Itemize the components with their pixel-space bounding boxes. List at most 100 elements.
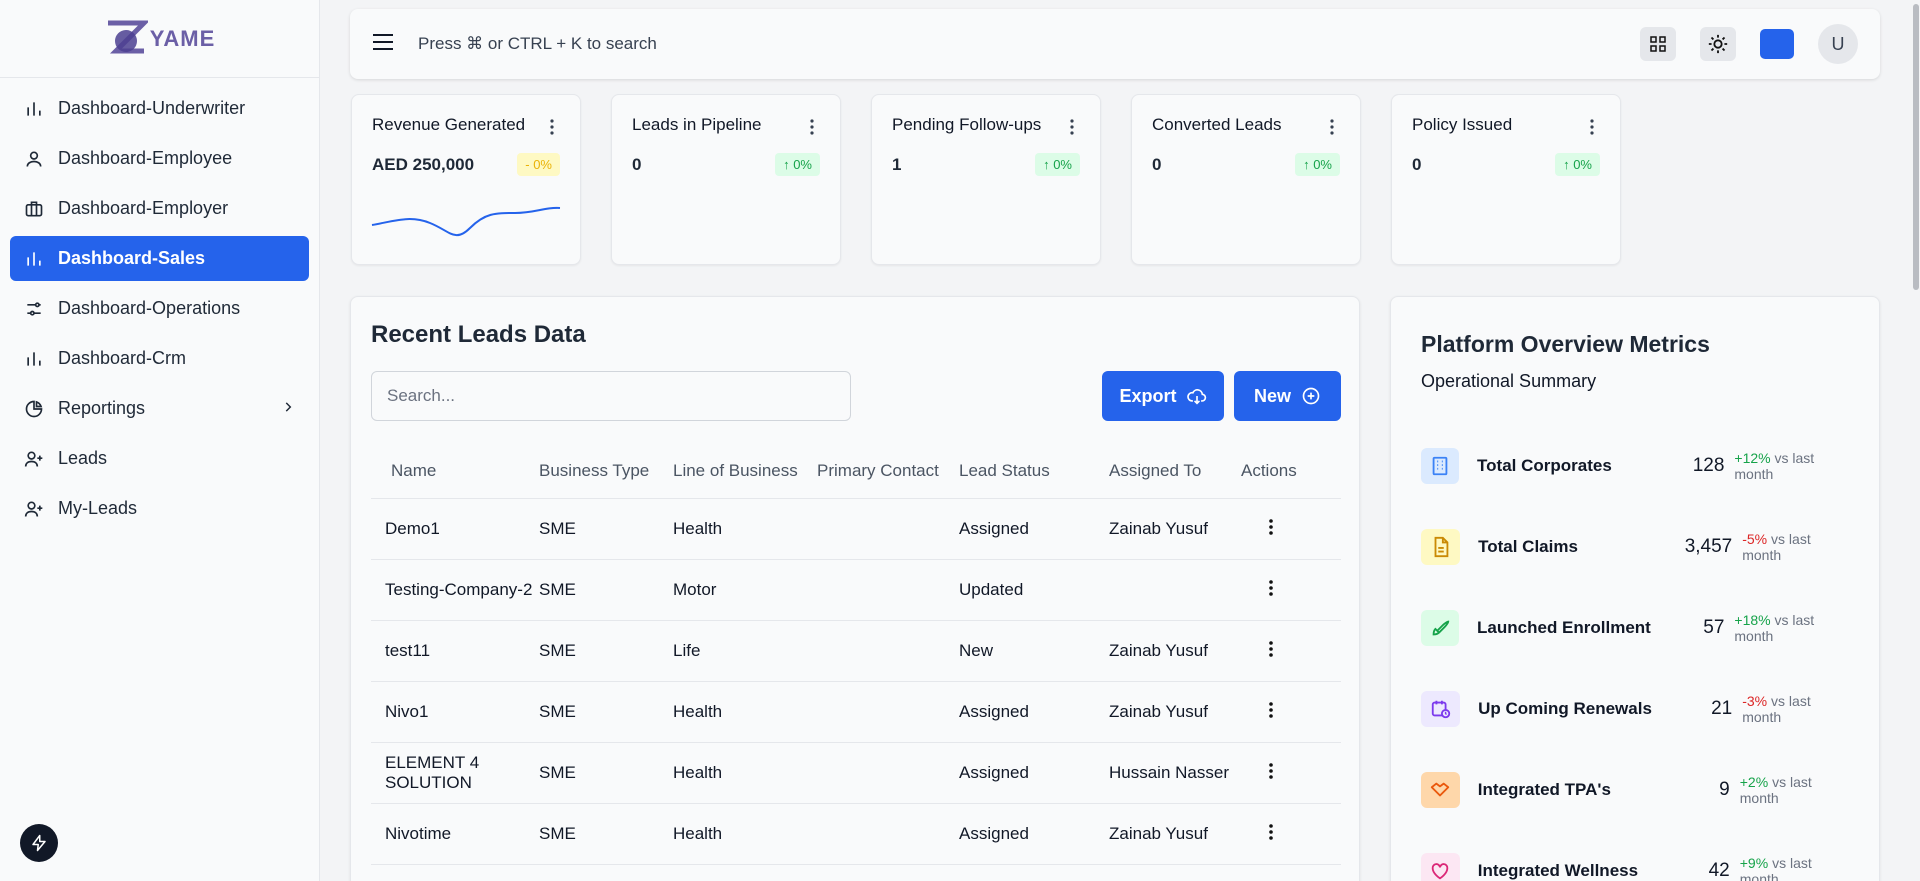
metric-label: Up Coming Renewals (1478, 699, 1652, 718)
brand-logo[interactable]: YAME (0, 0, 319, 78)
stat-change-badge: - 0% (517, 153, 560, 176)
cell-type: SME (539, 763, 576, 782)
building-icon (1421, 448, 1460, 484)
top-bar: Press ⌘ or CTRL + K to search U (350, 9, 1880, 79)
sidebar-item-reportings[interactable]: Reportings (10, 386, 309, 431)
handshake-icon (1421, 772, 1460, 808)
menu-icon[interactable] (372, 33, 394, 56)
metric-delta: -5% vs last month (1742, 531, 1851, 563)
bolt-button[interactable] (20, 824, 58, 862)
table-body: Demo1 SME Health Assigned Zainab Yusuf Testin… (371, 499, 1341, 865)
metric-value: 128 (1692, 455, 1725, 476)
sidebar-item-label: Dashboard-Crm (58, 348, 187, 368)
cell-status: Assigned (959, 702, 1029, 721)
table-row[interactable]: test11 SME Life New Zainab Yusuf (371, 621, 1341, 682)
sidebar: YAME Dashboard-Underwriter Dashboard-Empl… (0, 0, 320, 881)
sidebar-item-dashboard-underwriter[interactable]: Dashboard-Underwriter (10, 86, 309, 131)
sidebar-item-dashboard-employer[interactable]: Dashboard-Employer (10, 186, 309, 231)
calendar-clock-icon (1421, 691, 1461, 727)
cell-name: Nivo1 (385, 702, 429, 721)
sidebar-item-dashboard-operations[interactable]: Dashboard-Operations (10, 286, 309, 331)
file-text-icon (1421, 529, 1461, 565)
metric-row: Up Coming Renewals 21 -3% vs last month (1421, 689, 1851, 729)
sidebar-item-dashboard-sales[interactable]: Dashboard-Sales (10, 236, 309, 281)
cell-lob: Health (673, 519, 723, 538)
chevron-right-icon[interactable] (281, 398, 295, 419)
more-vertical-icon[interactable] (1241, 518, 1301, 535)
sidebar-item-label: Reportings (58, 398, 146, 418)
table-row[interactable]: Demo1 SME Health Assigned Zainab Yusuf (371, 499, 1341, 560)
metric-delta-value: +2% (1739, 774, 1769, 790)
global-search-trigger[interactable]: Press ⌘ or CTRL + K to search (418, 34, 657, 54)
metric-value: 21 (1711, 698, 1733, 719)
cell-type: SME (539, 641, 576, 660)
recent-leads-panel: Recent Leads Data Export New Name Busines… (350, 296, 1360, 881)
sidebar-item-leads[interactable]: Leads (10, 436, 309, 481)
new-lead-button[interactable]: New (1234, 371, 1341, 421)
table-header: Name Business Type Line of Business Primary… (371, 443, 1341, 499)
more-vertical-icon[interactable] (1241, 762, 1301, 779)
more-vertical-icon[interactable] (1590, 119, 1594, 140)
more-vertical-icon[interactable] (1330, 119, 1334, 140)
more-vertical-icon[interactable] (1241, 823, 1301, 840)
sidebar-item-dashboard-employee[interactable]: Dashboard-Employee (10, 136, 309, 181)
metric-label: Launched Enrollment (1477, 618, 1651, 637)
more-vertical-icon[interactable] (1241, 579, 1301, 596)
cell-assigned: Zainab Yusuf (1109, 641, 1208, 660)
more-vertical-icon[interactable] (810, 119, 814, 140)
stat-card: Converted Leads 0 ↑ 0% (1131, 94, 1361, 265)
leads-search-input[interactable] (371, 371, 851, 421)
more-vertical-icon[interactable] (1070, 119, 1074, 140)
brand-name: YAME (149, 25, 216, 51)
more-vertical-icon[interactable] (1241, 701, 1301, 718)
apps-grid-button[interactable] (1640, 27, 1676, 61)
more-vertical-icon[interactable] (550, 119, 554, 140)
cell-status: Assigned (959, 763, 1029, 782)
stat-title: Converted Leads (1152, 115, 1282, 134)
metric-delta: -3% vs last month (1742, 693, 1851, 725)
leads-title: Recent Leads Data (371, 321, 586, 348)
leads-table: Name Business Type Line of Business Primary… (371, 443, 1341, 865)
metric-row: Integrated Wellness 42 +9% vs last month (1421, 851, 1851, 881)
cell-assigned: Hussain Nasser (1109, 763, 1229, 782)
column-header: Line of Business (673, 460, 798, 480)
metric-row: Launched Enrollment 57 +18% vs last mont… (1421, 608, 1851, 648)
cloud-download-icon (1186, 389, 1206, 405)
globe-logo-icon (107, 20, 148, 53)
theme-toggle-button[interactable] (1700, 27, 1736, 61)
metric-label: Total Claims (1478, 537, 1578, 556)
metric-delta-value: +9% (1739, 855, 1769, 871)
heart-pulse-icon (1421, 853, 1460, 881)
stat-value: 0 (1152, 155, 1162, 174)
table-row[interactable]: ELEMENT 4 SOLUTION SME Health Assigned Hussa… (371, 743, 1341, 804)
user-plus-icon (24, 499, 44, 519)
page-scrollbar[interactable] (1912, 0, 1920, 881)
table-row[interactable]: Nivo1 SME Health Assigned Zainab Yusuf (371, 682, 1341, 743)
metric-delta: +2% vs last month (1740, 774, 1851, 806)
metric-value: 42 (1708, 860, 1730, 881)
cell-lob: Health (673, 702, 723, 721)
metric-delta: +18% vs last month (1734, 612, 1851, 644)
user-plus-icon (24, 449, 44, 469)
metric-row: Total Corporates 128 +12% vs last month (1421, 446, 1851, 486)
stat-change-badge: ↑ 0% (1035, 153, 1080, 176)
stat-change-badge: ↑ 0% (1555, 153, 1600, 176)
export-button[interactable]: Export (1102, 371, 1224, 421)
table-row[interactable]: Nivotime SME Health Assigned Zainab Yusuf (371, 804, 1341, 865)
metric-label: Integrated TPA's (1477, 780, 1611, 799)
sun-icon (1708, 34, 1728, 54)
cell-actions (1241, 701, 1341, 723)
more-vertical-icon[interactable] (1241, 640, 1301, 657)
sidebar-item-my-leads[interactable]: My-Leads (10, 486, 309, 531)
stat-card: Pending Follow-ups 1 ↑ 0% (871, 94, 1101, 265)
bar-chart-icon (24, 99, 44, 119)
cell-type: SME (539, 519, 576, 538)
export-label: Export (1119, 385, 1177, 406)
table-row[interactable]: Testing-Company-2 SME Motor Updated (371, 560, 1341, 621)
scrollbar-thumb[interactable] (1913, 4, 1919, 290)
sidebar-item-dashboard-crm[interactable]: Dashboard-Crm (10, 336, 309, 381)
user-avatar[interactable]: U (1818, 24, 1858, 64)
metric-delta-value: +18% (1734, 612, 1771, 628)
color-swatch-button[interactable] (1760, 29, 1794, 59)
column-header: Assigned To (1109, 460, 1202, 480)
